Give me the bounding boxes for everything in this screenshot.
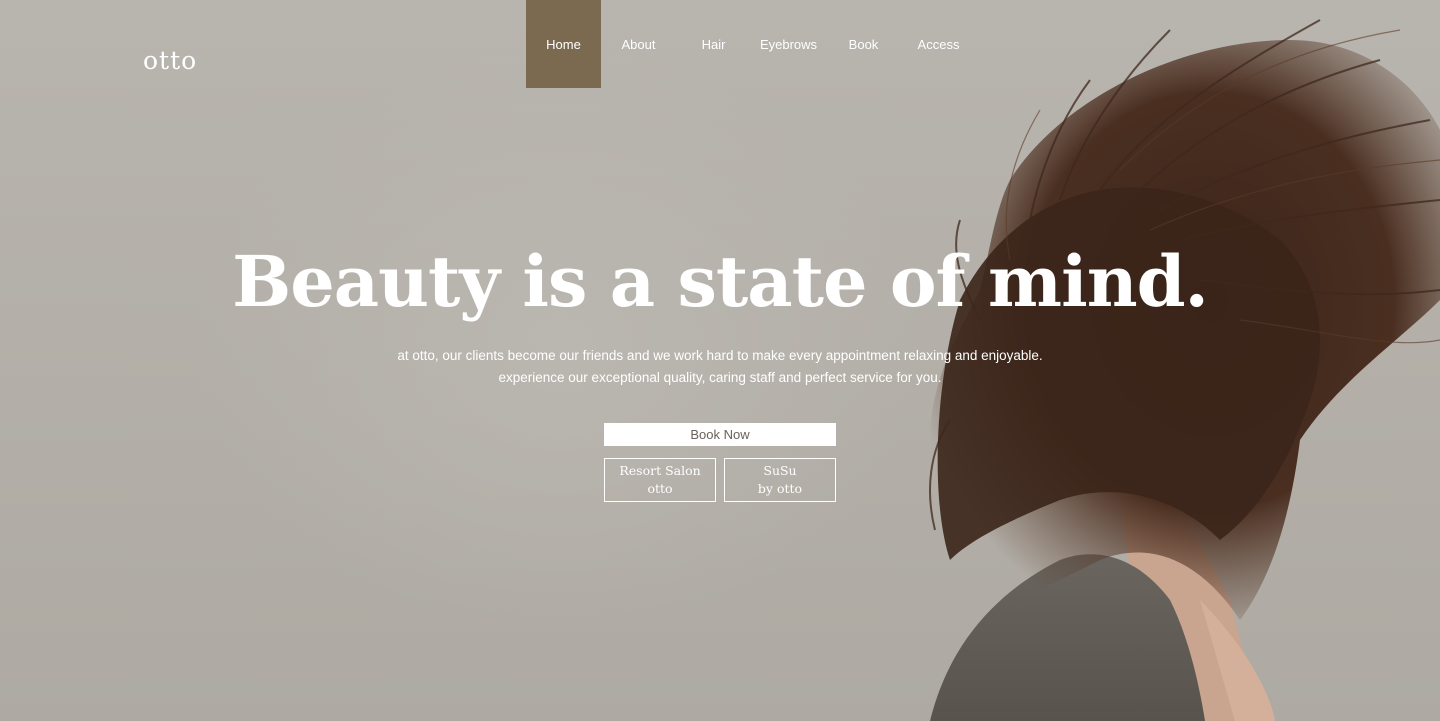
nav-item-home[interactable]: Home [526, 0, 601, 88]
resort-salon-button[interactable]: Resort Salon otto [604, 458, 716, 502]
nav-item-eyebrows[interactable]: Eyebrows [751, 0, 826, 88]
book-now-button[interactable]: Book Now [604, 423, 836, 446]
logo[interactable]: otto [143, 46, 197, 75]
hero-headline: Beauty is a state of mind. [232, 240, 1209, 323]
main-nav: Home About Hair Eyebrows Book Access [526, 0, 976, 88]
nav-item-about[interactable]: About [601, 0, 676, 88]
resort-salon-label-line2: otto [647, 481, 673, 496]
resort-salon-label-line1: Resort Salon [619, 463, 701, 478]
nav-item-access[interactable]: Access [901, 0, 976, 88]
susu-label-line1: SuSu [763, 463, 797, 478]
hero-subtext: at otto, our clients become our friends … [0, 345, 1440, 389]
nav-item-book[interactable]: Book [826, 0, 901, 88]
susu-button[interactable]: SuSu by otto [724, 458, 836, 502]
nav-item-hair[interactable]: Hair [676, 0, 751, 88]
susu-label-line2: by otto [757, 481, 803, 496]
hero-subtext-line1: at otto, our clients become our friends … [397, 348, 1043, 363]
hero-subtext-line2: experience our exceptional quality, cari… [498, 370, 942, 385]
